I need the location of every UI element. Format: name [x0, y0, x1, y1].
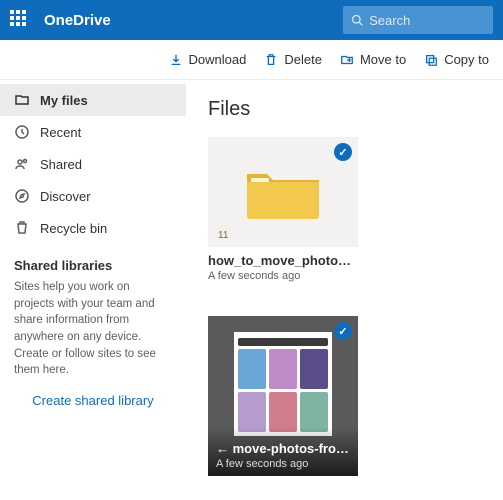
image-preview-mock: [234, 332, 332, 436]
item-meta: A few seconds ago: [216, 458, 350, 470]
selected-check-icon[interactable]: [334, 322, 352, 340]
folder-icon: [14, 92, 30, 108]
search-input[interactable]: [369, 13, 485, 28]
item-name: how_to_move_photos_f…: [208, 253, 358, 268]
download-button[interactable]: Download: [169, 52, 247, 67]
copy-to-button[interactable]: Copy to: [424, 52, 489, 67]
folder-graphic-icon: [243, 162, 323, 222]
clock-icon: [14, 124, 30, 140]
brand-label: OneDrive: [44, 12, 111, 29]
sidebar-item-recycle-bin[interactable]: Recycle bin: [0, 212, 186, 244]
sidebar-item-discover[interactable]: Discover: [0, 180, 186, 212]
main-content: Files 11 how_to_move_photos_f… A few sec…: [186, 80, 503, 500]
recycle-icon: [14, 220, 30, 236]
command-bar: Download Delete Move to Copy to: [0, 40, 503, 80]
search-icon: [351, 13, 363, 27]
image-thumbnail[interactable]: move-photos-from-go… A few seconds ago: [208, 316, 358, 476]
shared-libraries-text: Sites help you work on projects with you…: [0, 279, 186, 379]
folder-count-badge: 11: [218, 230, 228, 241]
sidebar-item-recent[interactable]: Recent: [0, 116, 186, 148]
people-icon: [14, 156, 30, 172]
sidebar-item-my-files[interactable]: My files: [0, 84, 186, 116]
selected-check-icon[interactable]: [334, 143, 352, 161]
folder-thumbnail[interactable]: 11: [208, 137, 358, 247]
image-tile[interactable]: move-photos-from-go… A few seconds ago: [208, 316, 358, 476]
move-to-icon: [340, 53, 354, 67]
folder-tile[interactable]: 11 how_to_move_photos_f… A few seconds a…: [208, 137, 358, 282]
delete-button[interactable]: Delete: [264, 52, 322, 67]
download-icon: [169, 53, 183, 67]
move-to-button[interactable]: Move to: [340, 52, 406, 67]
item-meta: A few seconds ago: [208, 270, 358, 282]
sidebar-item-shared[interactable]: Shared: [0, 148, 186, 180]
app-launcher-icon[interactable]: [10, 10, 30, 30]
compass-icon: [14, 188, 30, 204]
sidebar: My files Recent Shared Discover Recycle …: [0, 80, 186, 500]
shared-libraries-header: Shared libraries: [0, 244, 186, 279]
item-name: move-photos-from-go…: [216, 441, 350, 456]
create-shared-library-link[interactable]: Create shared library: [0, 379, 186, 422]
copy-to-icon: [424, 53, 438, 67]
delete-icon: [264, 53, 278, 67]
page-title: Files: [208, 98, 481, 121]
search-box[interactable]: [343, 6, 493, 34]
